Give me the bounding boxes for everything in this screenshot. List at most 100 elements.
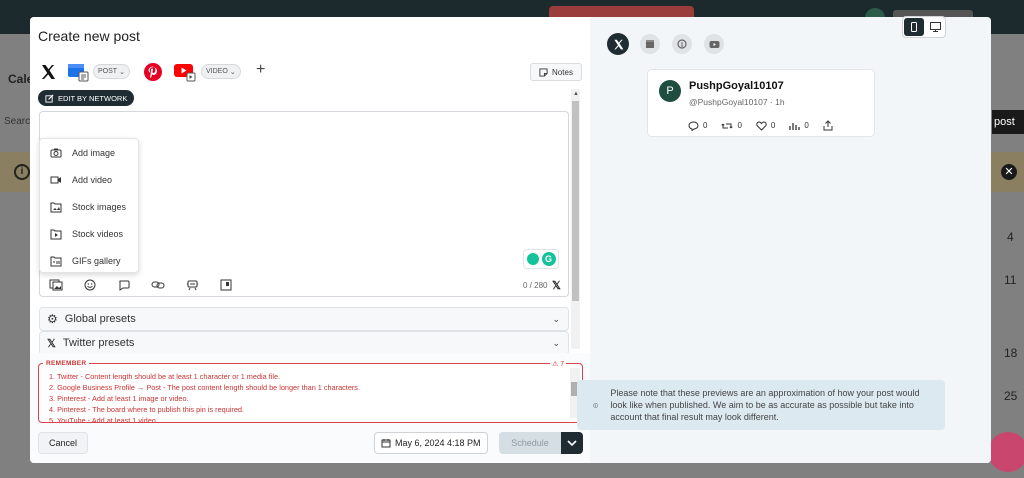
emoji-icon[interactable] [82, 278, 98, 292]
chevron-down-icon: ⌄ [552, 338, 560, 348]
menu-item-label: Add image [72, 147, 116, 158]
chevron-down-icon [567, 440, 577, 446]
remember-title: REMEMBER [43, 360, 90, 367]
grammarly-widget[interactable]: G [523, 249, 559, 269]
gbp-post-type-select[interactable]: POST ⌄ [93, 64, 130, 79]
link-icon[interactable] [150, 278, 166, 292]
avatar: P [659, 80, 681, 102]
menu-item-label: Stock videos [72, 228, 124, 239]
info-icon: i [14, 164, 30, 180]
chevron-down-icon: ⌄ [119, 68, 125, 76]
schedule-date-picker[interactable]: May 6, 2024 4:18 PM [374, 432, 488, 454]
disclaimer-text: Please note that these previews are an a… [610, 388, 920, 422]
reply-icon [688, 120, 699, 131]
lightbulb-icon [526, 253, 539, 265]
calendar-icon [381, 439, 391, 448]
create-post-button[interactable]: post [992, 110, 1024, 134]
warning-count-value: 7 [560, 361, 565, 368]
gear-icon: ⚙ [47, 312, 58, 326]
composer-panel: Create new post POST ⌄ VIDEO ⌄ + Notes E… [30, 17, 590, 463]
preview-handle: @PushpGoyal10107 · 1h [689, 97, 785, 107]
preview-tab-youtube[interactable] [704, 34, 724, 54]
retweet-count: 0 [737, 121, 742, 130]
preview-tab-gbp[interactable] [640, 34, 660, 54]
composer-scrollbar[interactable]: ▲ [571, 89, 580, 349]
info-icon [593, 402, 599, 408]
preview-disclaimer: Please note that these previews are an a… [577, 380, 945, 430]
tweet-actions: 0 0 0 0 [688, 120, 833, 131]
x-twitter-icon [613, 39, 623, 49]
character-count: 0 / 280 [523, 281, 548, 290]
note-icon [539, 67, 548, 77]
add-network-button[interactable]: + [256, 61, 265, 79]
notes-button[interactable]: Notes [530, 63, 582, 81]
edit-by-network-button[interactable]: EDIT BY NETWORK [38, 90, 135, 106]
media-library-icon[interactable] [48, 278, 64, 292]
x-twitter-icon[interactable] [38, 61, 58, 83]
pinterest-icon[interactable] [143, 61, 163, 83]
cancel-button[interactable]: Cancel [38, 432, 88, 454]
reply-count: 0 [703, 121, 708, 130]
remember-box: 1. Twitter - Content length should be at… [38, 363, 583, 423]
menu-item-add-video[interactable]: Add video [40, 166, 138, 193]
schedule-options-button[interactable] [561, 432, 583, 454]
media-menu: Add image Add video Stock images Stock v… [39, 138, 139, 273]
stock-images-icon [50, 202, 62, 212]
remember-item: 3. Pinterest - Add at least 1 image or v… [49, 394, 189, 403]
preview-username: PushpGoyal10107 [689, 80, 784, 92]
chat-fab[interactable] [988, 432, 1024, 472]
calendar-day: 25 [1004, 389, 1018, 403]
menu-item-add-image[interactable]: Add image [40, 139, 138, 166]
menu-item-gifs-gallery[interactable]: GIFs gallery [40, 247, 138, 274]
remember-list: 1. Twitter - Content length should be at… [49, 371, 564, 423]
youtube-icon[interactable] [173, 61, 197, 83]
calendar-day: 11 [1004, 273, 1017, 287]
youtube-type-value: VIDEO [206, 68, 228, 75]
menu-item-stock-videos[interactable]: Stock videos [40, 220, 138, 247]
twitter-presets-accordion[interactable]: 𝕏 Twitter presets ⌄ [39, 331, 569, 355]
like-action: 0 [756, 120, 775, 131]
menu-item-label: GIFs gallery [72, 255, 121, 266]
scrollbar-thumb[interactable] [572, 101, 579, 301]
schedule-button[interactable]: Schedule [499, 432, 561, 454]
video-icon [50, 176, 61, 183]
edit-icon [45, 93, 54, 103]
x-twitter-icon: 𝕏 [552, 280, 561, 292]
mobile-preview-button[interactable] [904, 18, 924, 36]
heart-icon [756, 120, 767, 131]
camera-icon [50, 148, 62, 157]
remember-item: 4. Pinterest - The board where to publis… [49, 405, 244, 414]
twitter-presets-label: Twitter presets [62, 337, 135, 349]
chevron-down-icon: ⌄ [552, 314, 560, 324]
pinterest-icon [677, 39, 687, 49]
scroll-up-icon[interactable]: ▲ [573, 91, 579, 97]
gbp-post-type-value: POST [98, 68, 118, 75]
preview-media-icon[interactable] [218, 278, 234, 292]
comment-icon[interactable] [116, 278, 132, 292]
global-presets-accordion[interactable]: ⚙ Global presets ⌄ [39, 307, 569, 331]
search-input[interactable]: Searc [4, 116, 30, 127]
mobile-icon [911, 22, 917, 32]
calendar-day: 4 [1007, 230, 1014, 244]
schedule-date-value: May 6, 2024 4:18 PM [395, 438, 481, 448]
grammarly-icon: G [541, 252, 556, 266]
banner-close-icon[interactable]: ✕ [1001, 164, 1017, 180]
google-business-icon[interactable] [67, 61, 89, 83]
warning-count: ⚠ 7 [550, 360, 567, 368]
remember-item: 1. Twitter - Content length should be at… [49, 372, 281, 381]
desktop-preview-button[interactable] [926, 18, 945, 36]
preview-tab-pinterest[interactable] [672, 34, 692, 54]
tweet-preview-card: P PushpGoyal10107 @PushpGoyal10107 · 1h … [647, 69, 875, 137]
youtube-type-select[interactable]: VIDEO ⌄ [201, 64, 241, 79]
retweet-action: 0 [721, 120, 742, 131]
remember-item: 5. YouTube - Add at least 1 video. [49, 416, 158, 423]
modal-title: Create new post [38, 28, 140, 44]
menu-item-label: Add video [72, 174, 113, 185]
x-twitter-icon: 𝕏 [47, 337, 56, 350]
preview-tab-x[interactable] [607, 33, 629, 55]
like-count: 0 [770, 121, 776, 130]
calendar-day: 18 [1004, 346, 1018, 360]
ai-assistant-icon[interactable] [184, 278, 200, 292]
share-action [823, 120, 833, 131]
menu-item-stock-images[interactable]: Stock images [40, 193, 138, 220]
